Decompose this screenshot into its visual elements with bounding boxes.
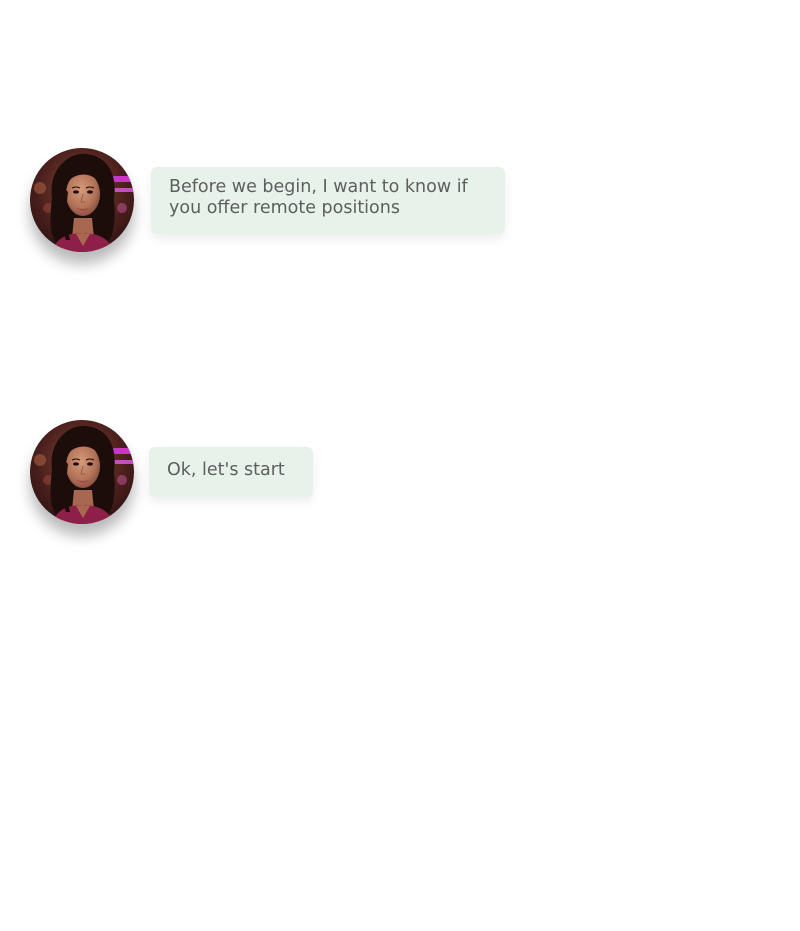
woman-portrait-avatar-icon (30, 148, 134, 252)
woman-portrait-avatar-icon (30, 420, 134, 524)
chat-message-2: Ok, let's start (30, 420, 313, 524)
message-bubble: Before we begin, I want to know if you o… (151, 166, 505, 234)
chat-message-1: Before we begin, I want to know if you o… (30, 148, 505, 252)
message-bubble: Ok, let's start (149, 447, 313, 497)
